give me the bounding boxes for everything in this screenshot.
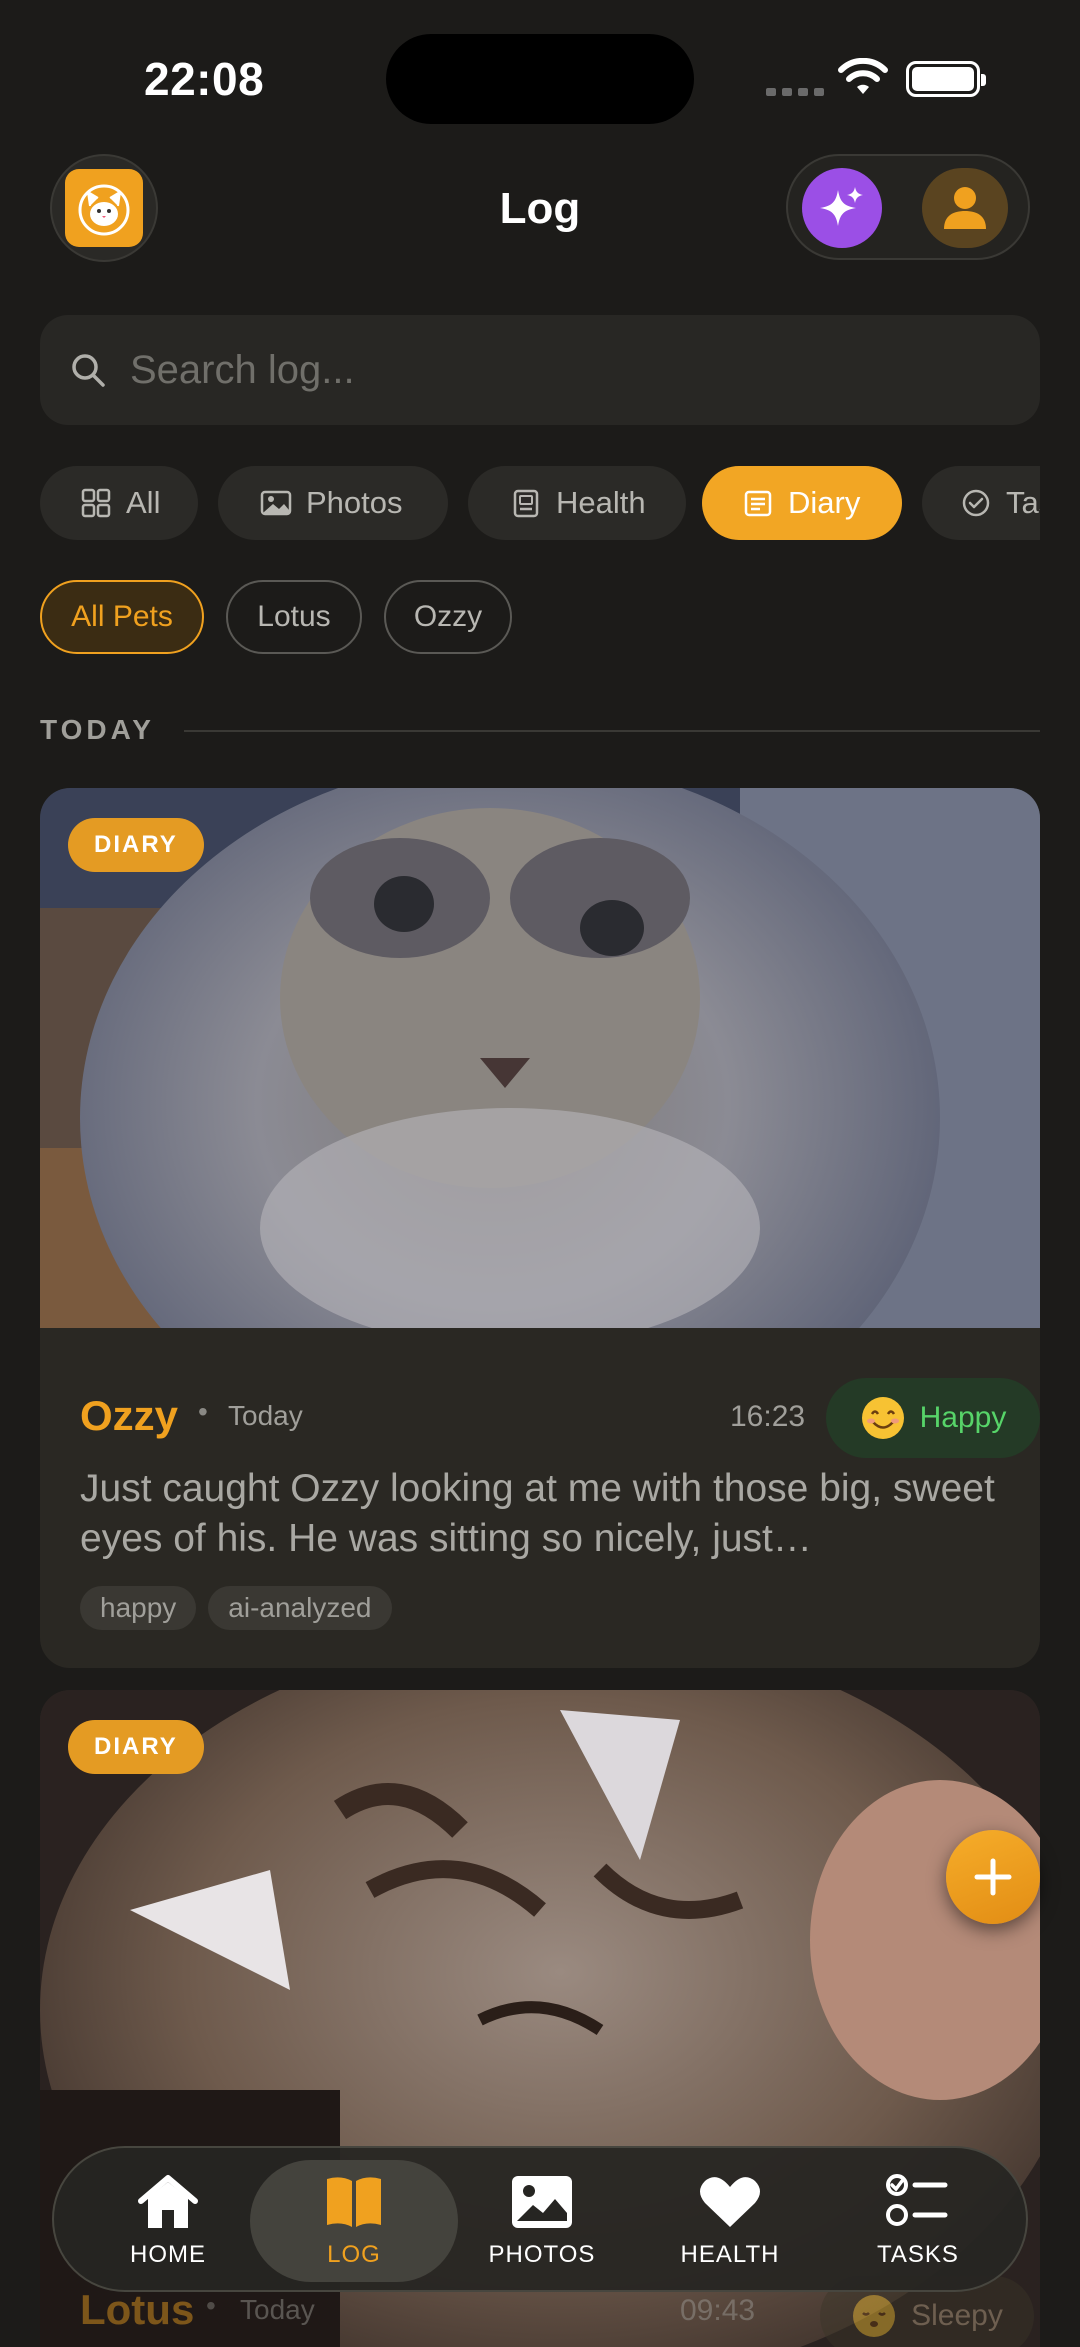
dynamic-island: [386, 34, 694, 124]
section-label-today: TODAY: [40, 714, 155, 745]
entry-meta: Ozzy • Today 16:23 Happy: [80, 1378, 1040, 1458]
mood-label: Happy: [919, 1401, 1007, 1434]
book-icon: [327, 2177, 381, 2227]
nav-tasks[interactable]: TASKS: [818, 2148, 1018, 2294]
sparkle-icon: [820, 187, 863, 226]
nav-health[interactable]: HEALTH: [630, 2148, 830, 2294]
pet-filter-all-pets[interactable]: All Pets: [40, 580, 204, 654]
entry-day: Today: [240, 2294, 315, 2325]
nav-photos[interactable]: PHOTOS: [442, 2148, 642, 2294]
tab-label: Diary: [788, 485, 861, 520]
separator-dot: •: [206, 2290, 216, 2321]
filter-tabs: All Photos Health Diary Tasks: [40, 466, 1040, 540]
tab-label: Tasks: [1006, 485, 1040, 520]
search-icon: [72, 354, 105, 387]
status-time: 22:08: [144, 53, 265, 105]
nav-label: HEALTH: [680, 2241, 780, 2268]
diary-badge: DIARY: [68, 818, 204, 872]
entry-text: Just caught Ozzy looking at me with thos…: [80, 1467, 995, 1560]
nav-label: HOME: [130, 2241, 206, 2268]
pet-name: Ozzy: [80, 1392, 179, 1439]
tab-label: Health: [556, 485, 646, 520]
tab-tasks[interactable]: Tasks: [922, 466, 1040, 540]
tag[interactable]: happy: [80, 1586, 197, 1630]
nav-label: LOG: [327, 2241, 381, 2268]
entry-day: Today: [228, 1400, 303, 1431]
tab-all[interactable]: All: [40, 466, 198, 540]
entry-time: 16:23: [730, 1400, 806, 1433]
mood-badge: Happy: [826, 1378, 1040, 1458]
wifi-icon: [838, 58, 888, 94]
bottom-nav: HOME LOG PHOTOS HEALTH TASKS: [52, 2146, 1028, 2292]
nav-home[interactable]: HOME: [68, 2148, 268, 2294]
header: Log: [0, 150, 1080, 270]
status-bar: 22:08: [0, 0, 1080, 150]
plus-icon: [974, 1858, 1012, 1896]
pet-filter-ozzy[interactable]: Ozzy: [384, 580, 512, 654]
photo-icon: [512, 2176, 572, 2228]
check-circle-icon: [962, 489, 990, 517]
entry-meta: Lotus • Today 09:43 Sleepy: [80, 2276, 1034, 2347]
pet-filter-lotus[interactable]: Lotus: [226, 580, 362, 654]
tab-diary[interactable]: Diary: [702, 466, 902, 540]
profile-button[interactable]: [922, 168, 1008, 248]
nav-label: PHOTOS: [488, 2241, 596, 2268]
image-icon: [260, 490, 292, 516]
person-icon: [944, 187, 986, 229]
nav-log[interactable]: LOG: [254, 2148, 454, 2294]
clipboard-icon: [513, 489, 539, 518]
entry-tags: happy ai-analyzed: [80, 1586, 392, 1630]
search-bar[interactable]: [40, 315, 1040, 425]
header-actions: [786, 154, 1030, 260]
tab-label: Photos: [306, 485, 403, 520]
search-input[interactable]: [130, 347, 990, 393]
home-icon: [138, 2175, 198, 2228]
tag[interactable]: ai-analyzed: [208, 1586, 392, 1630]
nav-label: TASKS: [877, 2241, 959, 2268]
tab-photos[interactable]: Photos: [218, 466, 448, 540]
battery-icon: [906, 61, 986, 97]
tab-health[interactable]: Health: [468, 466, 686, 540]
diary-badge: DIARY: [68, 1720, 204, 1774]
cat-photo: [40, 788, 1040, 1328]
smiling-face-icon: [861, 1397, 904, 1439]
notebook-icon: [744, 490, 772, 517]
grid-icon: [81, 488, 111, 518]
diary-entry-card[interactable]: DIARY Ozzy • Today 16:23 Happy Just caug…: [40, 788, 1040, 1668]
ai-sparkle-button[interactable]: [802, 168, 882, 248]
entry-time: 09:43: [680, 2294, 756, 2327]
separator-dot: •: [198, 1396, 208, 1427]
sleepy-face-icon: [853, 2295, 896, 2337]
cellular-signal-icon: [766, 88, 824, 96]
tab-label: All: [126, 485, 161, 520]
tasks-icon: [886, 2174, 948, 2226]
section-divider: [184, 730, 1040, 732]
heart-icon: [700, 2177, 760, 2227]
add-entry-button[interactable]: [946, 1830, 1040, 1924]
mood-label: Sleepy: [911, 2299, 1003, 2332]
